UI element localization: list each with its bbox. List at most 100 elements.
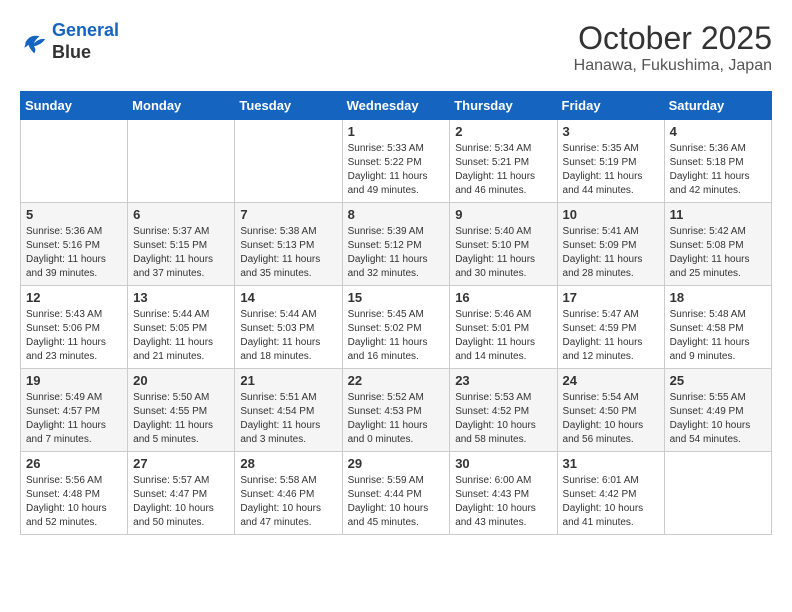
week-row-1: 1 Sunrise: 5:33 AM Sunset: 5:22 PM Daylig… bbox=[21, 120, 772, 203]
day-info: Sunrise: 5:49 AM Sunset: 4:57 PM Dayligh… bbox=[26, 391, 122, 447]
week-row-2: 5 Sunrise: 5:36 AM Sunset: 5:16 PM Daylig… bbox=[21, 203, 772, 286]
days-of-week-row: SundayMondayTuesdayWednesdayThursdayFrid… bbox=[21, 92, 772, 120]
calendar-cell: 12 Sunrise: 5:43 AM Sunset: 5:06 PM Dayli… bbox=[21, 286, 128, 369]
day-number: 5 bbox=[26, 207, 122, 222]
calendar-cell: 2 Sunrise: 5:34 AM Sunset: 5:21 PM Daylig… bbox=[450, 120, 557, 203]
day-number: 19 bbox=[26, 373, 122, 388]
calendar-cell: 4 Sunrise: 5:36 AM Sunset: 5:18 PM Daylig… bbox=[664, 120, 771, 203]
month-title: October 2025 bbox=[574, 20, 772, 57]
day-number: 3 bbox=[563, 124, 659, 139]
day-number: 4 bbox=[670, 124, 766, 139]
day-number: 30 bbox=[455, 456, 551, 471]
day-number: 8 bbox=[348, 207, 445, 222]
calendar-cell: 5 Sunrise: 5:36 AM Sunset: 5:16 PM Daylig… bbox=[21, 203, 128, 286]
logo-general: General bbox=[52, 20, 119, 40]
day-number: 24 bbox=[563, 373, 659, 388]
calendar-cell: 3 Sunrise: 5:35 AM Sunset: 5:19 PM Daylig… bbox=[557, 120, 664, 203]
day-info: Sunrise: 5:46 AM Sunset: 5:01 PM Dayligh… bbox=[455, 308, 551, 364]
calendar-cell: 20 Sunrise: 5:50 AM Sunset: 4:55 PM Dayli… bbox=[128, 369, 235, 452]
day-info: Sunrise: 5:39 AM Sunset: 5:12 PM Dayligh… bbox=[348, 225, 445, 281]
calendar-cell: 7Sunrise: 5:38 AM Sunset: 5:13 PM Daylig… bbox=[235, 203, 342, 286]
day-info: Sunrise: 5:58 AM Sunset: 4:46 PM Dayligh… bbox=[240, 474, 336, 530]
day-info: Sunrise: 5:45 AM Sunset: 5:02 PM Dayligh… bbox=[348, 308, 445, 364]
logo-icon bbox=[20, 28, 48, 56]
dow-header-wednesday: Wednesday bbox=[342, 92, 450, 120]
day-number: 28 bbox=[240, 456, 336, 471]
day-number: 9 bbox=[455, 207, 551, 222]
calendar-cell: 13Sunrise: 5:44 AM Sunset: 5:05 PM Dayli… bbox=[128, 286, 235, 369]
calendar-cell bbox=[235, 120, 342, 203]
day-number: 25 bbox=[670, 373, 766, 388]
day-number: 2 bbox=[455, 124, 551, 139]
day-number: 27 bbox=[133, 456, 229, 471]
calendar-cell: 23 Sunrise: 5:53 AM Sunset: 4:52 PM Dayli… bbox=[450, 369, 557, 452]
calendar-cell: 31Sunrise: 6:01 AM Sunset: 4:42 PM Dayli… bbox=[557, 452, 664, 535]
day-number: 26 bbox=[26, 456, 122, 471]
calendar-cell: 22 Sunrise: 5:52 AM Sunset: 4:53 PM Dayli… bbox=[342, 369, 450, 452]
day-info: Sunrise: 5:44 AM Sunset: 5:05 PM Dayligh… bbox=[133, 308, 229, 364]
day-number: 11 bbox=[670, 207, 766, 222]
day-info: Sunrise: 5:42 AM Sunset: 5:08 PM Dayligh… bbox=[670, 225, 766, 281]
day-number: 29 bbox=[348, 456, 445, 471]
day-info: Sunrise: 5:54 AM Sunset: 4:50 PM Dayligh… bbox=[563, 391, 659, 447]
calendar-cell bbox=[128, 120, 235, 203]
day-number: 15 bbox=[348, 290, 445, 305]
dow-header-monday: Monday bbox=[128, 92, 235, 120]
day-number: 10 bbox=[563, 207, 659, 222]
calendar-cell: 18 Sunrise: 5:48 AM Sunset: 4:58 PM Dayli… bbox=[664, 286, 771, 369]
day-info: Sunrise: 5:43 AM Sunset: 5:06 PM Dayligh… bbox=[26, 308, 122, 364]
day-info: Sunrise: 5:55 AM Sunset: 4:49 PM Dayligh… bbox=[670, 391, 766, 447]
day-number: 20 bbox=[133, 373, 229, 388]
day-info: Sunrise: 5:36 AM Sunset: 5:18 PM Dayligh… bbox=[670, 142, 766, 198]
day-number: 1 bbox=[348, 124, 445, 139]
calendar-cell: 21 Sunrise: 5:51 AM Sunset: 4:54 PM Dayli… bbox=[235, 369, 342, 452]
day-info: Sunrise: 5:34 AM Sunset: 5:21 PM Dayligh… bbox=[455, 142, 551, 198]
day-number: 12 bbox=[26, 290, 122, 305]
day-info: Sunrise: 5:47 AM Sunset: 4:59 PM Dayligh… bbox=[563, 308, 659, 364]
page-header: General Blue October 2025 Hanawa, Fukush… bbox=[20, 20, 772, 75]
calendar-cell: 8 Sunrise: 5:39 AM Sunset: 5:12 PM Daylig… bbox=[342, 203, 450, 286]
dow-header-friday: Friday bbox=[557, 92, 664, 120]
day-info: Sunrise: 5:38 AM Sunset: 5:13 PM Dayligh… bbox=[240, 225, 336, 281]
day-info: Sunrise: 6:00 AM Sunset: 4:43 PM Dayligh… bbox=[455, 474, 551, 530]
week-row-5: 26Sunrise: 5:56 AM Sunset: 4:48 PM Dayli… bbox=[21, 452, 772, 535]
calendar-cell: 19 Sunrise: 5:49 AM Sunset: 4:57 PM Dayli… bbox=[21, 369, 128, 452]
calendar-body: 1 Sunrise: 5:33 AM Sunset: 5:22 PM Daylig… bbox=[21, 120, 772, 535]
calendar-cell: 30 Sunrise: 6:00 AM Sunset: 4:43 PM Dayli… bbox=[450, 452, 557, 535]
day-number: 31 bbox=[563, 456, 659, 471]
dow-header-thursday: Thursday bbox=[450, 92, 557, 120]
day-number: 23 bbox=[455, 373, 551, 388]
calendar-cell bbox=[664, 452, 771, 535]
calendar-cell: 25 Sunrise: 5:55 AM Sunset: 4:49 PM Dayli… bbox=[664, 369, 771, 452]
calendar-cell: 24 Sunrise: 5:54 AM Sunset: 4:50 PM Dayli… bbox=[557, 369, 664, 452]
day-info: Sunrise: 5:50 AM Sunset: 4:55 PM Dayligh… bbox=[133, 391, 229, 447]
calendar-cell: 6Sunrise: 5:37 AM Sunset: 5:15 PM Daylig… bbox=[128, 203, 235, 286]
day-info: Sunrise: 5:59 AM Sunset: 4:44 PM Dayligh… bbox=[348, 474, 445, 530]
day-number: 17 bbox=[563, 290, 659, 305]
location: Hanawa, Fukushima, Japan bbox=[574, 57, 772, 75]
calendar-cell: 15 Sunrise: 5:45 AM Sunset: 5:02 PM Dayli… bbox=[342, 286, 450, 369]
day-number: 21 bbox=[240, 373, 336, 388]
day-info: Sunrise: 5:48 AM Sunset: 4:58 PM Dayligh… bbox=[670, 308, 766, 364]
calendar-cell: 14Sunrise: 5:44 AM Sunset: 5:03 PM Dayli… bbox=[235, 286, 342, 369]
calendar-cell: 10 Sunrise: 5:41 AM Sunset: 5:09 PM Dayli… bbox=[557, 203, 664, 286]
day-info: Sunrise: 5:53 AM Sunset: 4:52 PM Dayligh… bbox=[455, 391, 551, 447]
day-info: Sunrise: 5:52 AM Sunset: 4:53 PM Dayligh… bbox=[348, 391, 445, 447]
day-info: Sunrise: 5:41 AM Sunset: 5:09 PM Dayligh… bbox=[563, 225, 659, 281]
day-number: 18 bbox=[670, 290, 766, 305]
day-info: Sunrise: 5:40 AM Sunset: 5:10 PM Dayligh… bbox=[455, 225, 551, 281]
day-info: Sunrise: 5:36 AM Sunset: 5:16 PM Dayligh… bbox=[26, 225, 122, 281]
day-info: Sunrise: 5:51 AM Sunset: 4:54 PM Dayligh… bbox=[240, 391, 336, 447]
calendar-cell: 28 Sunrise: 5:58 AM Sunset: 4:46 PM Dayli… bbox=[235, 452, 342, 535]
day-info: Sunrise: 5:33 AM Sunset: 5:22 PM Dayligh… bbox=[348, 142, 445, 198]
calendar-cell: 16Sunrise: 5:46 AM Sunset: 5:01 PM Dayli… bbox=[450, 286, 557, 369]
title-block: October 2025 Hanawa, Fukushima, Japan bbox=[574, 20, 772, 75]
day-number: 14 bbox=[240, 290, 336, 305]
calendar-cell bbox=[21, 120, 128, 203]
dow-header-sunday: Sunday bbox=[21, 92, 128, 120]
calendar-cell: 17 Sunrise: 5:47 AM Sunset: 4:59 PM Dayli… bbox=[557, 286, 664, 369]
day-info: Sunrise: 5:35 AM Sunset: 5:19 PM Dayligh… bbox=[563, 142, 659, 198]
day-number: 22 bbox=[348, 373, 445, 388]
day-info: Sunrise: 5:57 AM Sunset: 4:47 PM Dayligh… bbox=[133, 474, 229, 530]
dow-header-saturday: Saturday bbox=[664, 92, 771, 120]
